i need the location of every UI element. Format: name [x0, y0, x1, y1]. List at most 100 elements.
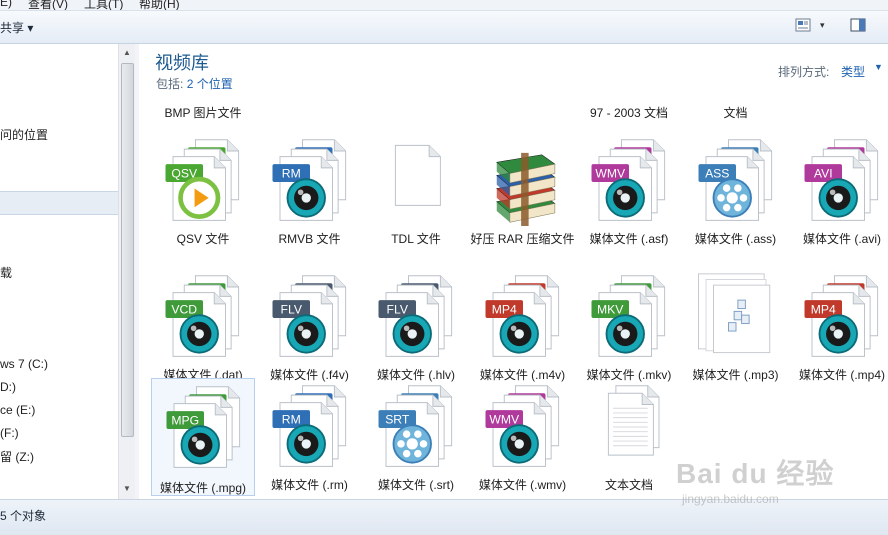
file-item-label: QSV 文件	[176, 232, 230, 246]
share-button[interactable]: 共享 ▾	[0, 19, 33, 36]
previous-file-label-line: BMP 图片文件	[164, 106, 242, 120]
item-count: 5 个对象	[0, 509, 47, 523]
file-item[interactable]: QSVQSVQSV QSV 文件	[151, 136, 255, 248]
file-item-label: 媒体文件 (.mp3)	[692, 368, 779, 382]
file-item[interactable]: ASSASSASS 媒体文件 (.ass)	[684, 136, 788, 248]
file-type-icon: SRTSRTSRT	[378, 385, 453, 467]
svg-text:RM: RM	[281, 166, 300, 180]
menu-item-tools[interactable]: 工具(T)	[84, 0, 123, 10]
svg-text:WMV: WMV	[595, 166, 626, 180]
nav-item-drive-f[interactable]: (F:)	[0, 426, 19, 440]
file-type-icon: MPGMPGMPG	[166, 386, 241, 468]
file-type-icon: FLVFLVFLV	[378, 275, 453, 357]
file-item[interactable]: 媒体文件 (.mp3)	[684, 272, 788, 384]
svg-text:ASS: ASS	[705, 166, 729, 180]
navigation-pane: 问的位置 载 ws 7 (C:) D:) ce (E:) (F:) 留 (Z:)	[0, 44, 118, 499]
file-item-label: 媒体文件 (.hlv)	[376, 368, 455, 382]
file-item[interactable]: RMRMRM 媒体文件 (.rm)	[258, 382, 362, 494]
file-item-label: 媒体文件 (.m4v)	[479, 368, 566, 382]
previous-file-label[interactable]: 文档	[684, 105, 788, 121]
svg-text:SRT: SRT	[385, 412, 410, 426]
file-item-label: 媒体文件 (.asf)	[589, 232, 669, 246]
sort-by-dropdown[interactable]: 类型	[841, 63, 865, 80]
file-type-icon: WMVWMVWMV	[485, 385, 559, 467]
navigation-scrollbar[interactable]: ▲ ▼	[118, 44, 136, 499]
file-type-icon: RMRMRM	[272, 385, 346, 467]
file-type-icon: MP4MP4MP4	[485, 275, 559, 357]
file-type-icon: MKVMKVMKV	[591, 275, 666, 357]
chevron-down-icon[interactable]: ▼	[874, 62, 883, 72]
file-item[interactable]: MKVMKVMKV 媒体文件 (.mkv)	[577, 272, 681, 384]
nav-item-drive-d[interactable]: D:)	[0, 380, 16, 394]
file-item[interactable]: MP4MP4MP4 媒体文件 (.mp4)	[790, 272, 888, 384]
file-item[interactable]: VCDVCDVCD媒体文件 (.dat)	[151, 272, 255, 384]
file-type-icon: ASSASSASS	[698, 139, 772, 221]
file-item-label: 媒体文件 (.srt)	[378, 478, 454, 492]
previous-file-label[interactable]: 97 - 2003 文档	[577, 105, 681, 121]
file-item-label: 媒体文件 (.f4v)	[270, 368, 349, 382]
library-includes: 包括: 2 个位置	[156, 75, 233, 92]
file-item[interactable]: 好压 RAR 压缩文件	[471, 136, 575, 248]
svg-text:MKV: MKV	[597, 302, 624, 316]
selected-nav-item[interactable]	[0, 191, 118, 215]
file-item-label: 媒体文件 (.mp4)	[798, 368, 885, 382]
scroll-up-arrow-icon[interactable]: ▲	[123, 48, 131, 57]
command-bar: 共享 ▾ ▾	[0, 11, 888, 44]
file-type-icon	[394, 144, 441, 206]
svg-text:MP4: MP4	[811, 302, 836, 316]
svg-text:FLV: FLV	[387, 302, 409, 316]
file-item[interactable]: MP4MP4MP4 媒体文件 (.m4v)	[471, 272, 575, 384]
scroll-down-arrow-icon[interactable]: ▼	[123, 484, 131, 493]
file-item-label: 媒体文件 (.ass)	[694, 232, 777, 246]
menu-item-help[interactable]: 帮助(H)	[139, 0, 180, 10]
file-item[interactable]: SRTSRTSRT 媒体文件 (.srt)	[364, 382, 468, 494]
file-item[interactable]: AVIAVIAVI 媒体文件 (.avi)	[790, 136, 888, 248]
svg-text:VCD: VCD	[171, 302, 197, 316]
includes-locations-link[interactable]: 2 个位置	[187, 77, 233, 91]
file-item[interactable]: 文本文档	[577, 382, 681, 494]
file-item[interactable]: FLVFLVFLV 媒体文件 (.hlv)	[364, 272, 468, 384]
file-item[interactable]: WMVWMVWMV 媒体文件 (.wmv)	[471, 382, 575, 494]
file-item-label: 媒体文件 (.mkv)	[586, 368, 672, 382]
file-item[interactable]: TDL 文件	[364, 136, 468, 248]
nav-item-recent-places[interactable]: 问的位置	[0, 126, 48, 143]
nav-item-downloads[interactable]: 载	[0, 264, 12, 281]
svg-text:MPG: MPG	[171, 413, 199, 427]
file-type-icon: AVIAVIAVI	[804, 139, 879, 221]
file-type-icon: FLVFLVFLV	[272, 275, 346, 357]
includes-label: 包括:	[156, 77, 184, 91]
file-type-icon: MP4MP4MP4	[804, 275, 879, 357]
file-item-label: 媒体文件 (.rm)	[271, 478, 348, 492]
menu-item-view[interactable]: 查看(V)	[28, 0, 68, 10]
file-item[interactable]: MPGMPGMPG 媒体文件 (.mpg)	[151, 378, 255, 496]
menu-item-edit[interactable]: E)	[0, 0, 12, 9]
file-item-label: 文本文档	[604, 478, 653, 492]
file-item[interactable]: WMVWMVWMV 媒体文件 (.asf)	[577, 136, 681, 248]
file-item-label: 媒体文件 (.mpg)	[159, 481, 246, 495]
nav-item-drive-c[interactable]: ws 7 (C:)	[0, 357, 48, 371]
file-type-icon	[495, 152, 556, 226]
sort-label: 排列方式:	[778, 65, 830, 79]
view-options-icon[interactable]	[795, 18, 811, 32]
scrollbar-thumb[interactable]	[121, 63, 134, 437]
svg-text:RM: RM	[281, 412, 300, 426]
svg-text:FLV: FLV	[280, 302, 302, 316]
previous-file-label[interactable]: BMP 图片文件	[151, 105, 255, 121]
file-type-icon: WMVWMVWMV	[591, 139, 666, 221]
watermark-url: jingyan.baidu.com	[682, 492, 779, 506]
file-item-label: 好压 RAR 压缩文件	[470, 232, 575, 246]
nav-item-drive-e[interactable]: ce (E:)	[0, 403, 35, 417]
file-item[interactable]: RMRMRM RMVB 文件	[258, 136, 362, 248]
nav-item-drive-z[interactable]: 留 (Z:)	[0, 448, 34, 465]
library-title: 视频库	[155, 53, 209, 73]
view-options-caret[interactable]: ▾	[820, 20, 825, 31]
file-item[interactable]: FLVFLVFLV 媒体文件 (.f4v)	[258, 272, 362, 384]
file-type-icon	[697, 273, 770, 354]
file-type-icon	[607, 385, 660, 456]
library-header: 视频库 包括: 2 个位置 排列方式: 类型 ▼	[139, 44, 888, 96]
preview-pane-icon[interactable]	[850, 18, 866, 32]
svg-text:AVI: AVI	[814, 166, 833, 180]
menu-bar: E) 查看(V) 工具(T) 帮助(H)	[0, 0, 888, 11]
file-item-label: RMVB 文件	[278, 232, 341, 246]
svg-text:WMV: WMV	[489, 412, 520, 426]
